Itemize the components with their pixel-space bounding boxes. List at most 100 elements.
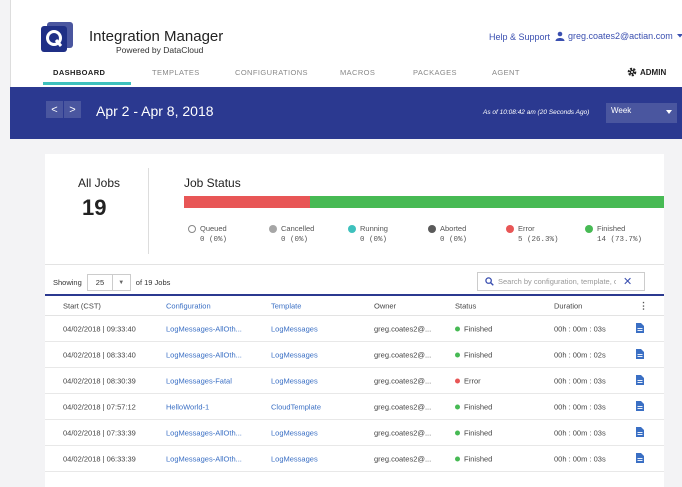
cell-template-link[interactable]: CloudTemplate [271,402,321,411]
table-row[interactable]: 04/02/2018 | 07:57:12 HelloWorld-1 CloudTe… [45,394,664,420]
table-header: Start (CST) Configuration Template Owner… [45,294,664,316]
job-search-input[interactable] [498,277,616,286]
cell-configuration-link[interactable]: LogMessages-AllOth... [166,428,242,437]
user-menu[interactable]: greg.coates2@actian.com [555,31,682,41]
cell-duration: 00h : 00m : 03s [554,324,606,333]
legend-dot-icon [188,224,196,233]
legend-dot-icon [506,224,514,233]
showing-label: Showing [53,278,82,287]
status-dot-icon [455,456,460,461]
date-range-bar: < > Apr 2 - Apr 8, 2018 As of 10:08:42 a… [10,87,682,139]
legend-item-cancelled: Cancelled 0 (0%) [269,224,314,244]
column-menu-icon[interactable]: ⋮ [639,300,648,311]
page-size-select[interactable]: 25 ▼ [86,274,131,291]
cell-configuration-link[interactable]: LogMessages-Fatal [166,376,232,385]
chevron-down-icon [676,34,682,38]
document-icon[interactable] [636,348,644,361]
all-jobs-label: All Jobs [78,176,121,190]
column-header-status[interactable]: Status [455,301,476,310]
total-jobs-label: of 19 Jobs [135,278,171,287]
last-updated-label: As of 10:08:42 am (20 Seconds Ago) [483,109,590,116]
legend-name-row: Cancelled [269,224,314,233]
column-header-start[interactable]: Start (CST) [63,301,101,310]
cell-template-link[interactable]: LogMessages [271,350,318,359]
prev-period-button[interactable]: < [46,101,63,118]
cell-template-link[interactable]: LogMessages [271,428,318,437]
cell-configuration-link[interactable]: LogMessages-AllOth... [166,324,242,333]
legend-name-row: Error [506,224,559,233]
status-dot-icon [455,430,460,435]
page-size-value: 25 [95,278,105,287]
legend-item-finished: Finished 14 (73.7%) [585,224,642,244]
legend-dot-icon [585,224,593,233]
cell-status: Finished [455,324,492,333]
next-period-button[interactable]: > [64,101,81,118]
column-header-duration[interactable]: Duration [554,301,582,310]
cell-owner: greg.coates2@... [374,402,432,411]
status-dot-icon [455,326,460,331]
tab-configurations[interactable]: CONFIGURATIONS [235,68,308,77]
legend-label: Running [360,224,388,233]
legend-value: 0 (0%) [200,236,228,244]
admin-label: ADMIN [640,67,667,77]
table-row[interactable]: 04/02/2018 | 07:33:39 LogMessages-AllOth.… [45,420,664,446]
cell-duration: 00h : 00m : 03s [554,454,606,463]
cell-owner: greg.coates2@... [374,324,432,333]
job-status-label: Job Status [184,176,241,190]
date-nav-arrows: < > [46,101,82,118]
period-select[interactable]: Week [606,103,677,123]
cell-template-link[interactable]: LogMessages [271,376,318,385]
tab-packages[interactable]: PACKAGES [413,68,457,77]
legend-item-queued: Queued 0 (0%) [188,224,227,244]
tab-agent[interactable]: AGENT [492,68,520,77]
legend-name-row: Queued [188,224,227,233]
document-icon[interactable] [636,452,644,465]
cell-start: 04/02/2018 | 06:33:39 [63,454,136,463]
legend-value: 0 (0%) [360,236,388,244]
admin-button[interactable]: ADMIN [627,67,666,77]
app-logo-icon[interactable] [41,22,73,52]
tab-dashboard[interactable]: DASHBOARD [53,68,105,77]
document-icon[interactable] [636,322,644,335]
tab-templates[interactable]: TEMPLATES [152,68,200,77]
document-icon[interactable] [636,400,644,413]
legend-item-error: Error 5 (26.3%) [506,224,559,244]
status-label: Finished [464,428,493,437]
jobs-panel: All Jobs 19 Job Status Queued 0 (0%) Cance… [45,154,664,487]
main-nav: DASHBOARD TEMPLATES CONFIGURATIONS MACRO… [11,64,682,87]
user-email: greg.coates2@actian.com [568,31,673,41]
cell-template-link[interactable]: LogMessages [271,324,318,333]
active-tab-indicator [43,82,131,85]
table-row[interactable]: 04/02/2018 | 06:33:39 LogMessages-AllOth.… [45,446,664,472]
legend-value: 5 (26.3%) [518,236,559,244]
column-header-owner[interactable]: Owner [374,301,396,310]
table-row[interactable]: 04/02/2018 | 08:33:40 LogMessages-AllOth.… [45,342,664,368]
clear-search-icon[interactable]: ✕ [623,275,632,288]
help-support-link[interactable]: Help & Support [489,32,550,42]
search-icon [485,277,494,286]
cell-configuration-link[interactable]: LogMessages-AllOth... [166,350,242,359]
status-label: Finished [464,350,493,359]
cell-start: 04/02/2018 | 08:30:39 [63,376,136,385]
user-icon [555,31,565,41]
column-header-configuration[interactable]: Configuration [166,301,211,310]
cell-template-link[interactable]: LogMessages [271,454,318,463]
column-header-template[interactable]: Template [271,301,301,310]
cell-status: Finished [455,402,492,411]
table-row[interactable]: 04/02/2018 | 08:30:39 LogMessages-Fatal Lo… [45,368,664,394]
legend-dot-icon [348,224,356,233]
document-icon[interactable] [636,374,644,387]
app-header: Integration Manager Powered by DataCloud… [10,0,682,87]
cell-start: 04/02/2018 | 07:33:39 [63,428,136,437]
cell-owner: greg.coates2@... [374,428,432,437]
cell-configuration-link[interactable]: LogMessages-AllOth... [166,454,242,463]
cell-owner: greg.coates2@... [374,376,432,385]
tab-macros[interactable]: MACROS [340,68,375,77]
cell-duration: 00h : 00m : 03s [554,428,606,437]
legend-name-row: Running [348,224,388,233]
cell-configuration-link[interactable]: HelloWorld-1 [166,402,209,411]
legend-dot-icon [428,224,436,233]
table-row[interactable]: 04/02/2018 | 09:33:40 LogMessages-AllOth.… [45,316,664,342]
cell-owner: greg.coates2@... [374,350,432,359]
document-icon[interactable] [636,426,644,439]
